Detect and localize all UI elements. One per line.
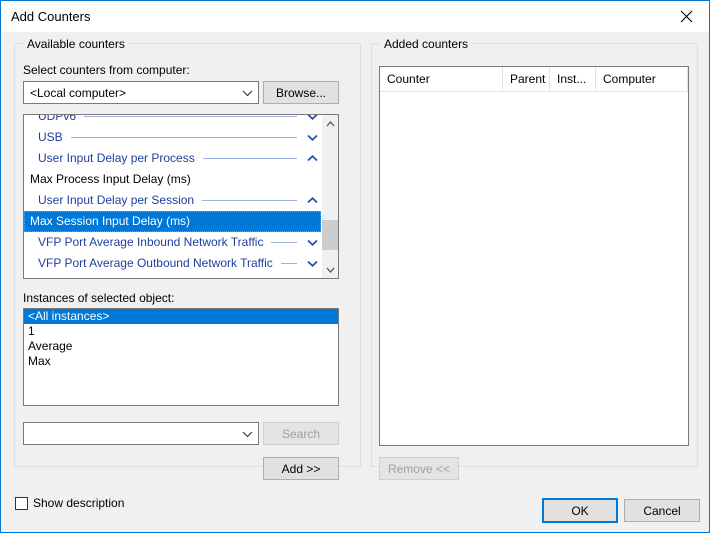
remove-button[interactable]: Remove << — [379, 457, 459, 480]
ok-button[interactable]: OK — [542, 498, 618, 523]
tree-item-rule — [202, 158, 297, 159]
available-counters-group-title: Available counters — [23, 37, 129, 51]
chevron-up-icon[interactable] — [303, 197, 321, 204]
tree-item[interactable]: USB — [24, 127, 321, 148]
list-item[interactable]: <All instances> — [24, 309, 338, 324]
window-title: Add Counters — [11, 9, 91, 24]
search-combo[interactable] — [23, 422, 259, 445]
cancel-button[interactable]: Cancel — [624, 499, 700, 522]
instances-label: Instances of selected object: — [23, 291, 175, 305]
browse-button[interactable]: Browse... — [263, 81, 339, 104]
tree-item[interactable]: UDPv6 — [24, 114, 321, 127]
tree-item[interactable]: User Input Delay per Process — [24, 148, 321, 169]
tree-item-label: Max Process Input Delay (ms) — [30, 172, 191, 186]
tree-item-label: Max Session Input Delay (ms) — [30, 214, 191, 228]
list-item[interactable]: Average — [24, 339, 338, 354]
select-computer-label: Select counters from computer: — [23, 63, 190, 77]
show-description-checkbox[interactable]: Show description — [15, 496, 124, 510]
close-icon[interactable] — [664, 1, 709, 31]
tree-item[interactable]: VFP Port Average Inbound Network Traffic — [24, 232, 321, 253]
tree-item-label: User Input Delay per Session — [38, 193, 195, 207]
added-counters-table-header: Counter Parent Inst... Computer — [380, 67, 688, 92]
search-button[interactable]: Search — [263, 422, 339, 445]
checkbox-square-icon — [15, 496, 28, 510]
available-counters-tree-rows: UDPv6 USB User Input Delay per Process Max … — [24, 114, 321, 278]
tree-item-rule — [202, 200, 297, 201]
scrollbar-thumb[interactable] — [322, 220, 338, 250]
chevron-down-icon[interactable] — [303, 134, 321, 141]
tree-item-rule — [280, 263, 297, 264]
tree-item-label: User Input Delay per Process — [38, 151, 195, 165]
list-item[interactable]: Max — [24, 354, 338, 369]
chevron-down-icon — [236, 430, 258, 438]
tree-item[interactable]: Max Process Input Delay (ms) — [24, 169, 321, 190]
tree-item[interactable]: Max Session Input Delay (ms) — [24, 211, 321, 232]
instances-list[interactable]: <All instances> 1 Average Max — [23, 308, 339, 406]
add-button[interactable]: Add >> — [263, 457, 339, 480]
tree-item-label: VFP Port Average Outbound Network Traffi… — [38, 256, 273, 270]
chevron-down-icon — [236, 89, 258, 97]
table-column-header[interactable]: Inst... — [550, 67, 596, 91]
added-counters-table[interactable]: Counter Parent Inst... Computer — [379, 66, 689, 446]
show-description-label: Show description — [33, 496, 125, 510]
table-column-header[interactable]: Parent — [503, 67, 550, 91]
computer-combo-value: <Local computer> — [30, 85, 127, 100]
added-counters-group-title: Added counters — [380, 37, 473, 51]
list-item[interactable]: 1 — [24, 324, 338, 339]
chevron-down-icon[interactable] — [303, 239, 321, 246]
tree-item-rule — [271, 242, 297, 243]
available-counters-scrollbar[interactable] — [321, 115, 338, 278]
chevron-up-icon[interactable] — [303, 155, 321, 162]
tree-item[interactable]: VFP Port Average Outbound Network Traffi… — [24, 253, 321, 274]
computer-combo[interactable]: <Local computer> — [23, 81, 259, 104]
tree-item-label: USB — [38, 130, 63, 144]
tree-item-rule — [84, 116, 297, 117]
table-column-header[interactable]: Computer — [596, 67, 688, 91]
chevron-down-icon[interactable] — [303, 115, 321, 120]
tree-item[interactable]: User Input Delay per Session — [24, 190, 321, 211]
table-column-header[interactable]: Counter — [380, 67, 503, 91]
tree-item-label: VFP Port Average Inbound Network Traffic — [38, 235, 264, 249]
scroll-up-arrow-icon[interactable] — [322, 115, 338, 132]
chevron-down-icon[interactable] — [303, 260, 321, 267]
tree-item-label: UDPv6 — [38, 114, 77, 123]
tree-item-rule — [70, 137, 297, 138]
title-bar: Add Counters — [1, 1, 709, 32]
available-counters-tree[interactable]: UDPv6 USB User Input Delay per Process Max … — [23, 114, 339, 279]
added-counters-table-body[interactable] — [380, 92, 688, 445]
add-counters-dialog: Add Counters Available counters Select c… — [0, 0, 710, 533]
scroll-down-arrow-icon[interactable] — [322, 261, 338, 278]
